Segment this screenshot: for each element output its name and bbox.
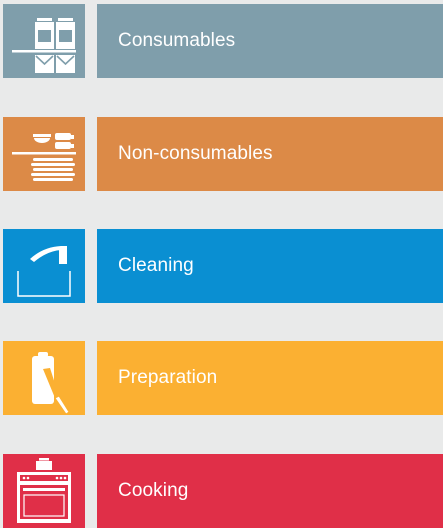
- category-row-cooking: Cooking: [3, 454, 443, 528]
- row-divider: [85, 341, 97, 415]
- category-row-cleaning: Cleaning: [3, 229, 443, 303]
- category-label-non-consumables: Non-consumables: [97, 117, 443, 191]
- cutting-board-knife-icon: [32, 352, 70, 415]
- food-jars-icon: [12, 18, 76, 73]
- category-legend: { "categories": [ { "id": "consumables",…: [0, 0, 443, 528]
- category-row-non-consumables: Non-consumables: [3, 117, 443, 191]
- category-label-cooking: Cooking: [97, 454, 443, 528]
- faucet-sink-icon: [17, 246, 71, 297]
- dishes-stack-icon: [12, 133, 76, 181]
- icon-tile-preparation: [3, 341, 85, 415]
- icon-tile-non-consumables: [3, 117, 85, 191]
- row-divider: [85, 4, 97, 78]
- icon-tile-cooking: [3, 454, 85, 528]
- category-label-cleaning: Cleaning: [97, 229, 443, 303]
- category-row-consumables: Consumables: [3, 4, 443, 78]
- row-divider: [85, 454, 97, 528]
- category-row-preparation: Preparation: [3, 341, 443, 415]
- category-label-consumables: Consumables: [97, 4, 443, 78]
- icon-tile-cleaning: [3, 229, 85, 303]
- category-label-preparation: Preparation: [97, 341, 443, 415]
- row-divider: [85, 117, 97, 191]
- stove-oven-icon: [17, 458, 71, 523]
- icon-tile-consumables: [3, 4, 85, 78]
- row-divider: [85, 229, 97, 303]
